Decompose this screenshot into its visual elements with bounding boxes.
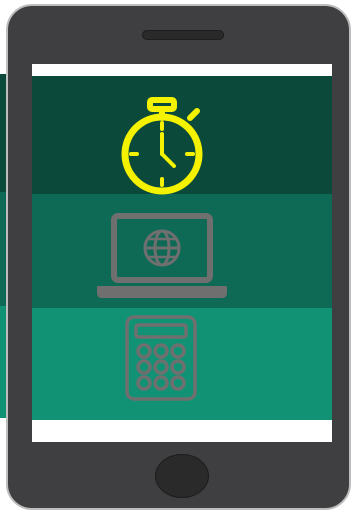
phone-screen [32,64,332,442]
laptop-globe-icon [97,213,227,298]
phone-illustration [6,4,351,510]
phone-speaker [142,30,224,40]
calculator-icon [125,315,197,401]
home-button [155,454,209,498]
stopwatch-icon [121,97,203,195]
